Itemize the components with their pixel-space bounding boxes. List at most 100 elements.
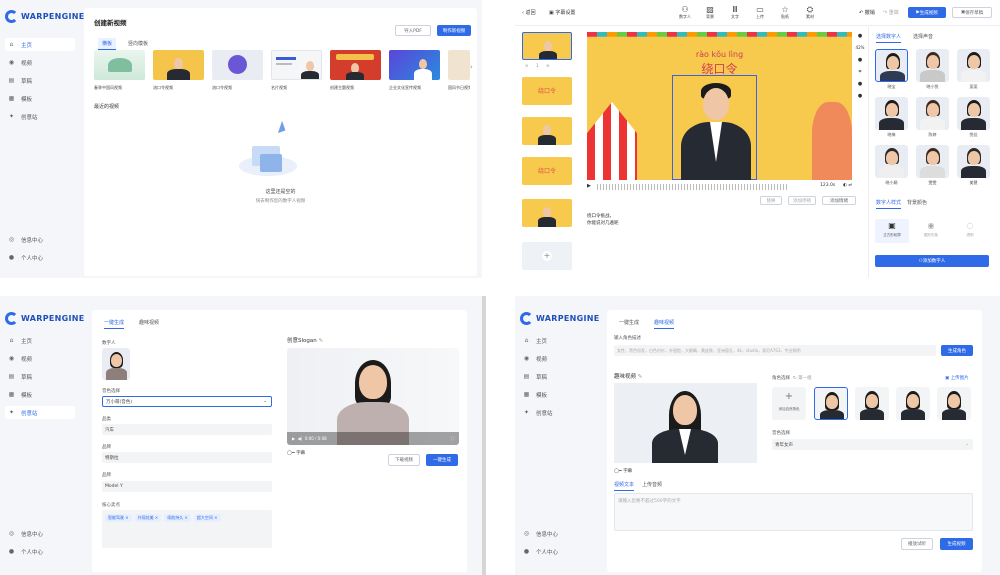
video-canvas[interactable]: rào kǒu lìng 绕口令 — [587, 32, 852, 180]
nav-drafts[interactable]: ▤ 草稿 — [520, 370, 590, 383]
scene-thumb[interactable]: 绕口令 — [522, 77, 572, 105]
avatar-option[interactable] — [916, 97, 949, 130]
generate-video-button[interactable]: 生成视频 — [940, 538, 973, 550]
download-button[interactable]: 下载视频 — [388, 454, 420, 466]
undo-button[interactable]: ↶ 撤销 — [859, 9, 875, 16]
timeline[interactable]: ▶ 123.0s ◐ ⇌ — [587, 182, 857, 192]
crop-icon[interactable]: ⌗ — [855, 66, 865, 78]
nav-templates[interactable]: ▦ 模板 — [5, 92, 75, 105]
generate-role-button[interactable]: 生成角色 — [941, 345, 973, 356]
avatar-option[interactable] — [875, 97, 908, 130]
subtitle-settings-button[interactable]: ▣ 字幕设置 — [549, 9, 575, 16]
help-icon[interactable]: ● — [855, 78, 865, 90]
tab-fun-video[interactable]: 趣味视频 — [654, 319, 675, 329]
scene-thumb[interactable] — [522, 199, 572, 227]
tab-landscape[interactable]: 横板 — [98, 38, 117, 50]
play-icon[interactable]: ▶ — [587, 183, 591, 189]
settings-icon[interactable]: ● — [855, 90, 865, 102]
style-transparent[interactable]: ◌ 透明 — [953, 219, 987, 243]
tool-background[interactable]: ▨ 背景 — [700, 5, 720, 20]
tag-chip[interactable]: 外观炫美 × — [134, 514, 162, 522]
redo-button[interactable]: ↷ 重做 — [883, 9, 899, 16]
template-thumb[interactable] — [330, 50, 381, 80]
avatar-thumb[interactable] — [102, 348, 130, 380]
tool-assets[interactable]: ⛭ 素材 — [800, 5, 820, 20]
tab-bg-color[interactable]: 背景颜色 — [907, 199, 927, 206]
tab-choose-voice[interactable]: 选择声音 — [913, 33, 933, 40]
role-preview[interactable] — [614, 383, 757, 463]
add-pause-button[interactable]: 添加停顿 — [788, 196, 816, 205]
create-video-button[interactable]: 制作新视频 — [437, 25, 471, 36]
nav-messages[interactable]: ◎ 信息中心 — [5, 527, 75, 540]
replace-button[interactable]: 替换 — [760, 196, 782, 205]
nav-drafts[interactable]: ▤ 草稿 — [5, 370, 75, 383]
template-thumb[interactable] — [389, 50, 440, 80]
nav-creative[interactable]: ✦ 创意站 — [5, 110, 75, 123]
scene-thumb[interactable] — [522, 117, 572, 145]
import-pdf-button[interactable]: 导入PDF — [395, 25, 431, 36]
back-button[interactable]: ‹ 返回 — [522, 9, 536, 16]
role-option[interactable] — [896, 387, 930, 420]
nav-templates[interactable]: ▦ 模板 — [5, 388, 75, 401]
role-option[interactable] — [814, 387, 848, 420]
avatar-option[interactable] — [957, 49, 990, 82]
nav-profile[interactable]: ● 个人中心 — [5, 545, 75, 558]
tag-chip[interactable]: 超大空间 × — [193, 514, 221, 522]
chevron-right-icon[interactable]: › — [470, 63, 473, 71]
nav-video[interactable]: ◉ 视频 — [5, 352, 75, 365]
selling-points-field[interactable]: 智能驾驶 × 外观炫美 × 续航持久 × 超大空间 × — [102, 510, 272, 548]
avatar-option[interactable] — [957, 97, 990, 130]
style-square[interactable]: ▣ 正方形轮廓 — [875, 219, 909, 243]
preview-audio-button[interactable]: 播放试听 — [901, 538, 933, 550]
avatar-option[interactable] — [916, 145, 949, 178]
tab-one-click[interactable]: 一键生成 — [619, 319, 639, 326]
voice-select[interactable]: 万小萌(音色) ⌄ — [102, 396, 272, 407]
nav-video[interactable]: ◉ 视频 — [5, 56, 75, 69]
tab-upload-audio[interactable]: 上传音频 — [642, 481, 662, 488]
tool-upload[interactable]: ▭ 上传 — [750, 5, 770, 20]
tool-text[interactable]: Ⅲ 文字 — [725, 5, 745, 20]
zoom-out-icon[interactable]: ● — [855, 30, 865, 42]
tab-one-click[interactable]: 一键生成 — [104, 319, 125, 329]
nav-creative[interactable]: ✦ 创意站 — [5, 406, 75, 419]
nav-home[interactable]: ⌂ 主页 — [5, 38, 75, 51]
add-avatar-button[interactable]: ⚇ 添加数字人 — [875, 255, 989, 267]
add-emotion-button[interactable]: 添加情绪 — [822, 196, 856, 205]
one-click-generate-button[interactable]: 一键生成 — [426, 454, 458, 466]
avatar-selection-box[interactable] — [672, 75, 757, 180]
nav-messages[interactable]: ◎ 信息中心 — [520, 527, 590, 540]
scene-thumb[interactable] — [522, 32, 572, 60]
style-circle[interactable]: ◉ 圆形形象 — [914, 219, 948, 243]
template-thumb[interactable] — [212, 50, 263, 80]
template-thumb[interactable] — [94, 50, 145, 80]
role-description-input[interactable]: 女性，黑色短发，白色衬衫，外国脸，大眼睛，黄皮肤，亚洲面孔，4k，studio，… — [614, 345, 936, 356]
subtitle-toggle[interactable]: ◯━ 字幕 — [614, 468, 632, 474]
tag-chip[interactable]: 续航持久 × — [164, 514, 191, 522]
video-controls[interactable]: ▶ ◀) 0:00 / 0:08 ⛶ — [287, 432, 459, 445]
brand-field[interactable]: 特斯拉 — [102, 452, 272, 463]
nav-templates[interactable]: ▦ 模板 — [520, 388, 590, 401]
nav-profile[interactable]: ● 个人中心 — [5, 251, 75, 264]
tab-fun-video[interactable]: 趣味视频 — [139, 319, 159, 326]
nav-creative[interactable]: ✦ 创意站 — [520, 406, 590, 419]
avatar-option[interactable] — [916, 49, 949, 82]
tool-sticker[interactable]: ☆ 贴纸 — [775, 5, 795, 20]
volume-icon[interactable]: ◐ ⇌ — [843, 183, 852, 188]
tool-avatar[interactable]: ⚇ 数字人 — [675, 5, 695, 20]
tab-video-text[interactable]: 视频文本 — [614, 481, 635, 491]
tab-avatar-style[interactable]: 数字人样式 — [876, 199, 902, 209]
template-thumb[interactable] — [271, 50, 322, 80]
add-scene-button[interactable]: + — [522, 242, 572, 270]
add-role-button[interactable]: + 添加自然角色 — [772, 387, 806, 420]
role-option[interactable] — [937, 387, 971, 420]
nav-home[interactable]: ⌂ 主页 — [5, 334, 75, 347]
nav-home[interactable]: ⌂ 主页 — [520, 334, 590, 347]
product-field[interactable]: Model Y — [102, 481, 272, 492]
upload-image-link[interactable]: ▣ 上传图片 — [945, 375, 969, 381]
video-preview[interactable]: ▶ ◀) 0:00 / 0:08 ⛶ — [287, 348, 459, 445]
template-thumb[interactable] — [153, 50, 204, 80]
scene-thumb[interactable]: 绕口令 — [522, 157, 572, 185]
category-field[interactable]: 汽车 — [102, 424, 272, 435]
template-thumb[interactable] — [448, 50, 470, 80]
tab-portrait[interactable]: 竖向模板 — [128, 40, 148, 47]
